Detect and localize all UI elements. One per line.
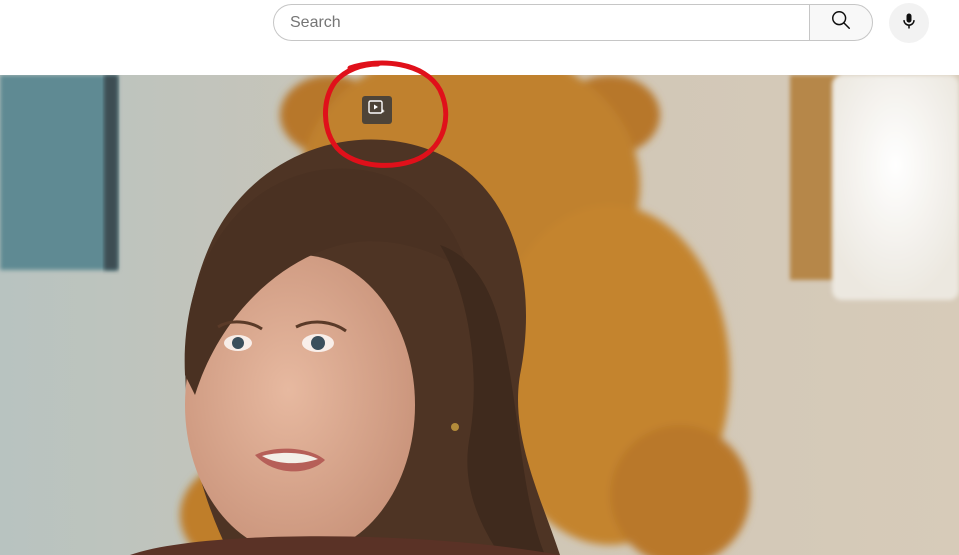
search-input[interactable] <box>290 5 790 40</box>
search-icon <box>830 9 852 36</box>
search-box[interactable] <box>273 4 809 41</box>
video-sparkle-icon <box>368 99 386 121</box>
search-button[interactable] <box>809 4 873 41</box>
ai-video-button[interactable] <box>362 96 392 124</box>
top-bar <box>0 0 959 75</box>
voice-search-button[interactable] <box>889 3 929 43</box>
video-frame <box>0 75 959 555</box>
video-player[interactable] <box>0 75 959 555</box>
microphone-icon <box>899 11 919 36</box>
